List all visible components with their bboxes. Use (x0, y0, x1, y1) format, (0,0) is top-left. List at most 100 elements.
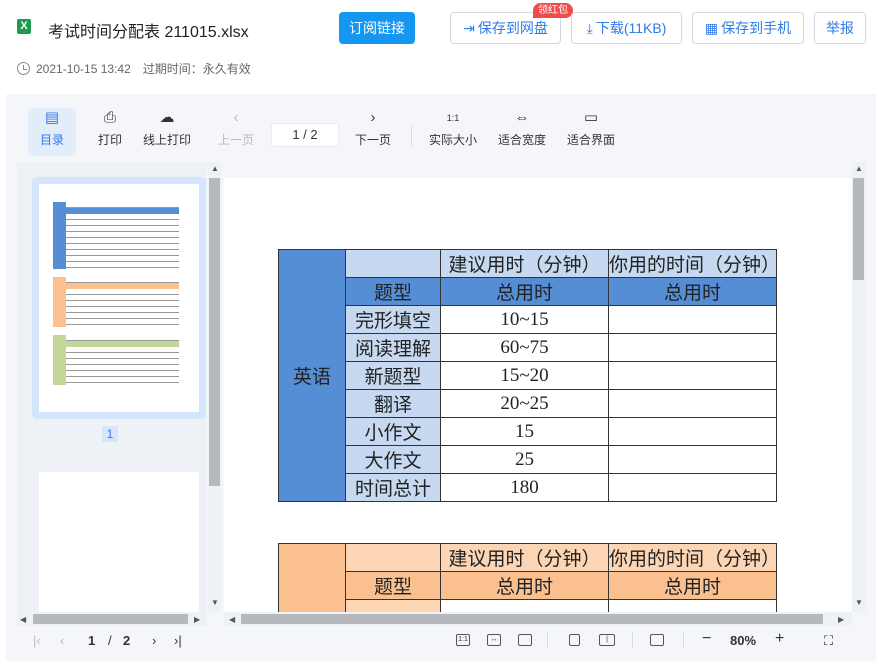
print-button[interactable]: ⎙ 打印 (92, 108, 128, 156)
fit-width-button[interactable]: ⇔ 适合宽度 (496, 108, 548, 156)
zoom-out-button[interactable]: − (702, 630, 711, 648)
suggested-time-cell: 15~20 (440, 361, 609, 390)
two-page-icon[interactable]: | (599, 634, 615, 646)
toc-button[interactable]: ▤ 目录 (28, 108, 76, 156)
actual-size-label: 实际大小 (428, 133, 477, 147)
your-time-cell[interactable] (608, 473, 777, 502)
english-time-table: 英语 建议用时（分钟） 你用的时间（分钟） 题型 总用时 总用时 完形填空 10~… (278, 249, 777, 502)
mini-table-green (53, 335, 179, 385)
actual-size-icon[interactable]: 1:1 (456, 634, 470, 646)
thumbnail-page-2[interactable] (39, 472, 199, 612)
scroll-up-arrow-icon[interactable]: ▲ (211, 164, 219, 173)
table-cell (345, 599, 441, 612)
print-label: 打印 (97, 133, 122, 147)
next-page-label: 下一页 (354, 133, 391, 147)
fit-width-icon[interactable]: ↔ (487, 634, 501, 646)
mini-table-side (53, 277, 66, 327)
prev-page-button[interactable]: ‹ 上一页 (215, 108, 257, 156)
subject-cell: 英语 (278, 249, 346, 502)
your-time-cell[interactable] (608, 333, 777, 362)
actual-size-button[interactable]: 1:1 实际大小 (426, 108, 480, 156)
toc-label: 目录 (39, 133, 64, 147)
fit-page-button[interactable]: ▭ 适合界面 (565, 108, 617, 156)
mini-table-orange (53, 277, 179, 327)
table-row: 小作文 15 (279, 417, 777, 446)
save-to-phone-button[interactable]: ▦ 保存到手机 (692, 12, 804, 44)
scroll-left-arrow-icon[interactable]: ◀ (20, 615, 26, 624)
page-indicator[interactable]: 1 / 2 (271, 123, 339, 147)
question-type-cell: 新题型 (345, 361, 441, 390)
report-button[interactable]: 举报 (814, 12, 866, 44)
prev-page-label: 上一页 (217, 133, 254, 147)
fit-page-icon[interactable] (518, 634, 532, 646)
zoom-in-button[interactable]: + (775, 630, 784, 648)
document-scroll-thumb[interactable] (853, 178, 864, 280)
continuous-scroll-icon[interactable] (650, 634, 664, 646)
save-to-disk-icon: ⇥ (463, 20, 475, 36)
zoom-level[interactable]: 80% (730, 632, 756, 650)
scroll-down-arrow-icon[interactable]: ▼ (855, 598, 863, 607)
download-button[interactable]: ⤓ 下载(11KB) (571, 12, 682, 44)
your-time-cell[interactable] (608, 389, 777, 418)
next-page-button[interactable]: › 下一页 (352, 108, 394, 156)
download-icon: ⤓ (586, 20, 593, 36)
question-type-cell: 小作文 (345, 417, 441, 446)
thumbnail-page-number: 1 (102, 426, 118, 442)
next-page-icon[interactable]: › (152, 632, 156, 650)
thumbnail-scroll-thumb[interactable] (209, 178, 220, 486)
table-row: 新题型 15~20 (279, 361, 777, 390)
your-total-time-header: 总用时 (608, 571, 777, 600)
first-page-icon[interactable]: |‹ (33, 632, 41, 650)
online-print-button[interactable]: ☁ 线上打印 (140, 108, 194, 156)
cloud-print-icon: ☁ (159, 109, 175, 126)
header-blank-cell (345, 249, 441, 278)
your-time-header: 你用的时间（分钟） (608, 249, 777, 278)
scroll-right-arrow-icon[interactable]: ▶ (194, 615, 200, 624)
online-print-label: 线上打印 (142, 133, 191, 147)
table-row: 阅读理解 60~75 (279, 333, 777, 362)
prev-page-icon[interactable]: ‹ (60, 632, 64, 650)
status-page-separator: / (108, 633, 112, 648)
your-time-cell[interactable] (608, 361, 777, 390)
scroll-right-arrow-icon[interactable]: ▶ (838, 615, 844, 624)
your-time-cell[interactable] (608, 305, 777, 334)
your-time-cell[interactable] (608, 417, 777, 446)
qrcode-icon: ▦ (704, 20, 719, 36)
status-divider (632, 632, 633, 648)
fullscreen-icon[interactable]: ⛶ (824, 632, 833, 650)
subscribe-link-button[interactable]: 订阅链接 (339, 12, 415, 44)
second-table-viewport: 建议用时（分钟） 你用的时间（分钟） 题型 总用时 总用时 (278, 543, 778, 612)
actual-size-icon: 1:1 (446, 113, 460, 123)
table-cell (440, 599, 609, 612)
question-type-cell: 大作文 (345, 445, 441, 474)
subject-cell (278, 543, 346, 612)
red-packet-badge[interactable]: 领红包 (533, 3, 573, 18)
download-label: 下载(11KB) (595, 20, 667, 36)
fit-page-label: 适合界面 (566, 133, 615, 147)
document-hscroll-thumb[interactable] (241, 614, 823, 624)
scroll-down-arrow-icon[interactable]: ▼ (211, 598, 219, 607)
question-type-cell: 翻译 (345, 389, 441, 418)
mini-table-head (66, 283, 179, 289)
single-page-icon[interactable] (569, 634, 580, 646)
question-type-cell: 时间总计 (345, 473, 441, 502)
second-time-table: 建议用时（分钟） 你用的时间（分钟） 题型 总用时 总用时 (278, 543, 777, 612)
table-row: 完形填空 10~15 (279, 305, 777, 334)
status-divider (547, 632, 548, 648)
your-time-cell[interactable] (608, 445, 777, 474)
fit-width-label: 适合宽度 (497, 133, 546, 147)
scroll-up-arrow-icon[interactable]: ▲ (855, 164, 863, 173)
mini-table-head (66, 341, 179, 347)
file-title: 考试时间分配表 211015.xlsx (48, 24, 249, 41)
table-row: 翻译 20~25 (279, 389, 777, 418)
suggested-time-cell: 20~25 (440, 389, 609, 418)
thumbnail-hscroll-thumb[interactable] (33, 614, 188, 624)
suggested-time-cell: 10~15 (440, 305, 609, 334)
last-page-icon[interactable]: ›| (174, 632, 182, 650)
scroll-left-arrow-icon[interactable]: ◀ (229, 615, 235, 624)
question-type-header: 题型 (345, 571, 441, 600)
suggested-time-cell: 60~75 (440, 333, 609, 362)
question-type-cell: 阅读理解 (345, 333, 441, 362)
toc-icon: ▤ (44, 109, 60, 126)
prev-circle-icon: ‹ (233, 109, 239, 126)
